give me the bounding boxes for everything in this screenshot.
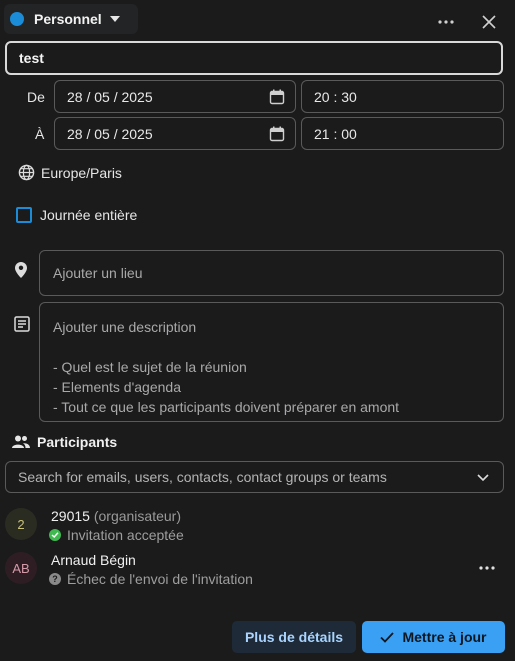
close-button[interactable] bbox=[477, 10, 501, 34]
to-label: À bbox=[35, 126, 45, 142]
timezone-selector[interactable]: Europe/Paris bbox=[18, 164, 122, 181]
more-horizontal-icon bbox=[479, 566, 495, 570]
from-time-field[interactable]: 20 : 30 bbox=[301, 80, 504, 113]
participant-status: ? Échec de l'envoi de l'invitation bbox=[49, 571, 253, 587]
to-time-field[interactable]: 21 : 00 bbox=[301, 117, 504, 150]
participant-name: 29015 (organisateur) bbox=[51, 508, 181, 524]
people-icon bbox=[12, 435, 30, 448]
participant-name: Arnaud Bégin bbox=[51, 552, 136, 568]
location-pin-icon bbox=[15, 262, 27, 278]
more-horizontal-icon bbox=[438, 20, 454, 24]
caret-down-icon bbox=[109, 16, 120, 22]
description-input[interactable]: Ajouter une description - Quel est le su… bbox=[39, 302, 504, 422]
location-placeholder: Ajouter un lieu bbox=[53, 265, 143, 281]
participant-more-button[interactable] bbox=[475, 556, 499, 580]
more-options-button[interactable] bbox=[434, 10, 458, 34]
event-title-input[interactable]: test bbox=[5, 41, 503, 75]
from-date-field[interactable]: 28 / 05 / 2025 bbox=[54, 80, 296, 113]
check-circle-icon bbox=[49, 529, 61, 541]
participant-search-input[interactable]: Search for emails, users, contacts, cont… bbox=[5, 461, 504, 493]
from-label: De bbox=[27, 89, 45, 105]
description-hint: - Quel est le sujet de la réunion bbox=[53, 359, 247, 375]
timezone-value: Europe/Paris bbox=[41, 164, 122, 181]
avatar: AB bbox=[5, 552, 37, 584]
description-hint: - Elements d'agenda bbox=[53, 379, 181, 395]
participants-title: Participants bbox=[37, 434, 118, 450]
participant-row[interactable]: 2 29015 (organisateur) Invitation accept… bbox=[5, 506, 505, 546]
question-circle-icon: ? bbox=[49, 573, 61, 585]
update-label: Mettre à jour bbox=[402, 629, 487, 645]
calendar-icon bbox=[269, 89, 285, 105]
more-details-button[interactable]: Plus de détails bbox=[232, 621, 356, 653]
calendar-icon bbox=[269, 126, 285, 142]
globe-icon bbox=[18, 164, 35, 181]
chevron-down-icon bbox=[477, 474, 489, 482]
event-title-value: test bbox=[19, 50, 44, 66]
all-day-checkbox[interactable] bbox=[16, 207, 32, 223]
participants-header: Participants bbox=[12, 434, 117, 450]
from-date-value: 28 / 05 / 2025 bbox=[67, 88, 153, 105]
participant-role: (organisateur) bbox=[93, 508, 181, 524]
all-day-toggle[interactable]: Journée entière bbox=[16, 207, 137, 223]
from-time-value: 20 : 30 bbox=[314, 88, 357, 105]
location-input[interactable]: Ajouter un lieu bbox=[39, 250, 504, 296]
participant-row[interactable]: AB Arnaud Bégin ? Échec de l'envoi de l'… bbox=[5, 550, 505, 590]
description-icon bbox=[14, 316, 30, 332]
description-placeholder: Ajouter une description bbox=[53, 319, 197, 335]
to-time-value: 21 : 00 bbox=[314, 125, 357, 142]
to-date-value: 28 / 05 / 2025 bbox=[67, 125, 153, 142]
calendar-color-dot bbox=[10, 12, 24, 26]
to-date-field[interactable]: 28 / 05 / 2025 bbox=[54, 117, 296, 150]
close-icon bbox=[482, 15, 496, 29]
calendar-name: Personnel bbox=[34, 11, 102, 27]
check-icon bbox=[380, 631, 395, 643]
all-day-label: Journée entière bbox=[40, 207, 138, 223]
participant-search-placeholder: Search for emails, users, contacts, cont… bbox=[18, 469, 387, 485]
calendar-selector[interactable]: Personnel bbox=[4, 4, 138, 34]
update-button[interactable]: Mettre à jour bbox=[362, 621, 505, 653]
participant-status: Invitation acceptée bbox=[49, 527, 184, 543]
avatar: 2 bbox=[5, 508, 37, 540]
description-hint: - Tout ce que les participants doivent p… bbox=[53, 399, 400, 415]
